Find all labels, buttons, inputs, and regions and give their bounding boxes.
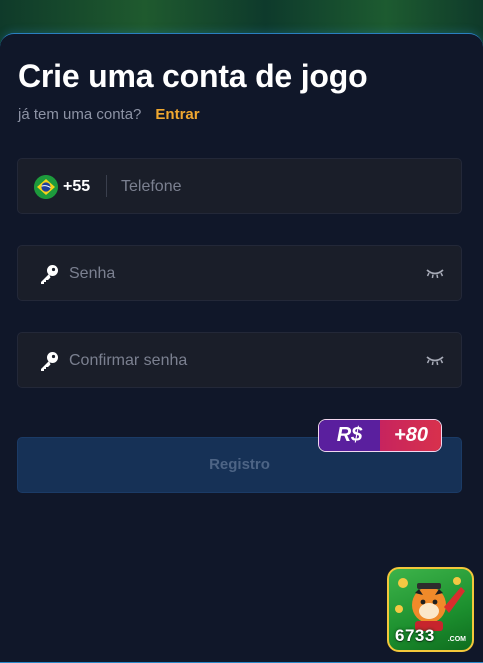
page-title: Crie uma conta de jogo	[18, 58, 368, 94]
eye-closed-icon[interactable]	[425, 353, 445, 367]
app-logo-suffix: .COM	[447, 636, 466, 643]
confirm-password-field[interactable]	[17, 332, 462, 389]
app-logo-icon[interactable]: 6733 .COM	[387, 567, 474, 652]
bonus-currency: R$	[319, 420, 380, 451]
key-icon	[41, 265, 58, 284]
bonus-badge: R$ +80	[318, 419, 442, 452]
login-link[interactable]: Entrar	[155, 106, 199, 123]
password-field[interactable]	[17, 245, 462, 302]
brazil-flag-icon[interactable]	[34, 175, 58, 199]
key-icon	[41, 352, 58, 371]
country-code[interactable]: +55	[63, 178, 90, 196]
login-prompt-text: já tem uma conta?	[18, 106, 142, 123]
field-divider	[106, 175, 107, 197]
password-input[interactable]	[67, 246, 411, 302]
bonus-amount: +80	[380, 420, 441, 451]
login-prompt-row: já tem uma conta? Entrar	[18, 106, 200, 123]
phone-field[interactable]: +55	[17, 158, 462, 215]
phone-input[interactable]	[119, 159, 453, 215]
app-logo-label: 6733	[395, 626, 435, 645]
confirm-password-input[interactable]	[67, 333, 411, 389]
eye-closed-icon[interactable]	[425, 266, 445, 280]
